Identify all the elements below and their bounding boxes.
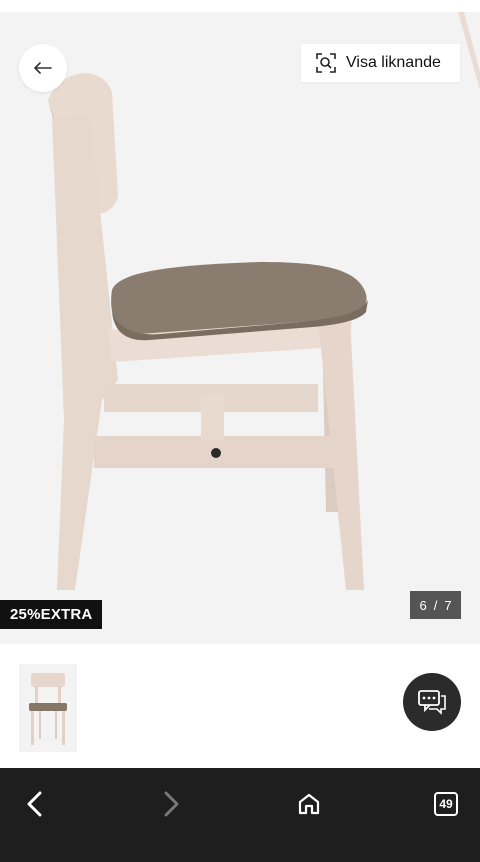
tabs-count: 49 — [434, 792, 458, 816]
chevron-left-icon — [27, 791, 42, 817]
product-image-area[interactable]: Visa liknande 25%EXTRA 6 / 7 — [0, 12, 480, 644]
chat-bubble-icon — [418, 690, 446, 715]
chair-product-image — [48, 73, 368, 590]
arrow-left-icon — [34, 62, 52, 74]
counter-current: 6 — [419, 597, 427, 613]
chevron-right-icon — [164, 791, 179, 817]
browser-forward-button[interactable] — [148, 778, 196, 830]
visual-search-icon — [316, 53, 336, 73]
browser-back-button[interactable] — [10, 778, 58, 830]
visual-search-label: Visa liknande — [346, 54, 441, 71]
back-button[interactable] — [19, 44, 67, 92]
counter-total: 7 — [444, 597, 452, 613]
promo-badge: 25%EXTRA — [0, 600, 102, 629]
image-counter: 6 / 7 — [410, 591, 461, 619]
browser-toolbar: 49 — [0, 768, 480, 862]
visual-search-button[interactable]: Visa liknande — [301, 44, 460, 82]
counter-separator: / — [433, 597, 438, 613]
chair-thumbnail-icon — [29, 673, 67, 745]
browser-tabs-button[interactable]: 49 — [422, 778, 470, 830]
thumbnail-item[interactable] — [19, 664, 77, 752]
browser-home-button[interactable] — [285, 778, 333, 830]
chat-button[interactable] — [403, 673, 461, 731]
home-icon — [298, 793, 320, 815]
